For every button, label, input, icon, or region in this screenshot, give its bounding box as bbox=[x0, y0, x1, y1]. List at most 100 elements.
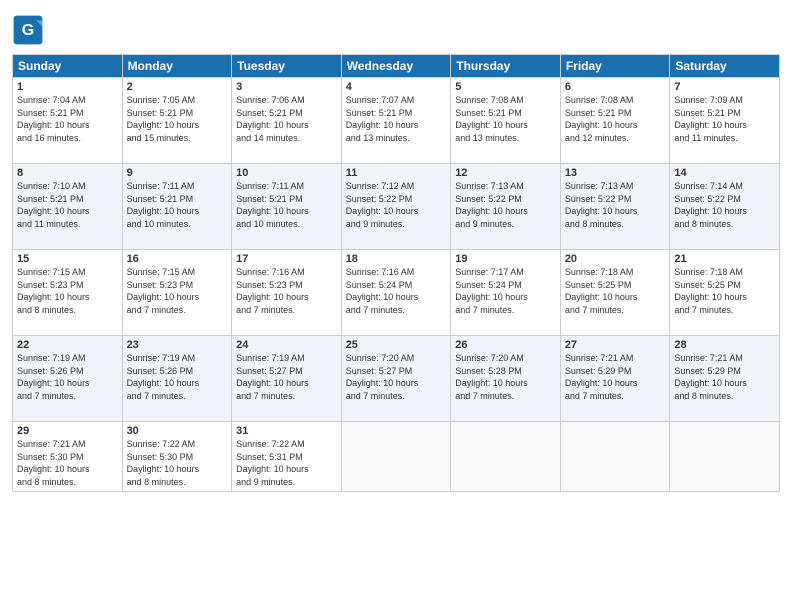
day-info: Sunrise: 7:18 AM Sunset: 5:25 PM Dayligh… bbox=[674, 266, 775, 316]
day-info: Sunrise: 7:06 AM Sunset: 5:21 PM Dayligh… bbox=[236, 94, 337, 144]
day-number: 17 bbox=[236, 253, 337, 265]
day-number: 7 bbox=[674, 81, 775, 93]
day-number: 15 bbox=[17, 253, 118, 265]
day-info: Sunrise: 7:11 AM Sunset: 5:21 PM Dayligh… bbox=[127, 180, 228, 230]
calendar-cell: 8Sunrise: 7:10 AM Sunset: 5:21 PM Daylig… bbox=[13, 164, 123, 250]
day-number: 28 bbox=[674, 339, 775, 351]
calendar-cell: 9Sunrise: 7:11 AM Sunset: 5:21 PM Daylig… bbox=[122, 164, 232, 250]
day-number: 14 bbox=[674, 167, 775, 179]
day-info: Sunrise: 7:22 AM Sunset: 5:30 PM Dayligh… bbox=[127, 438, 228, 488]
weekday-row: SundayMondayTuesdayWednesdayThursdayFrid… bbox=[13, 55, 780, 78]
day-number: 8 bbox=[17, 167, 118, 179]
day-info: Sunrise: 7:13 AM Sunset: 5:22 PM Dayligh… bbox=[565, 180, 666, 230]
weekday-header-wednesday: Wednesday bbox=[341, 55, 451, 78]
day-info: Sunrise: 7:16 AM Sunset: 5:23 PM Dayligh… bbox=[236, 266, 337, 316]
day-info: Sunrise: 7:07 AM Sunset: 5:21 PM Dayligh… bbox=[346, 94, 447, 144]
day-number: 19 bbox=[455, 253, 556, 265]
calendar-cell bbox=[341, 422, 451, 492]
day-number: 2 bbox=[127, 81, 228, 93]
day-info: Sunrise: 7:15 AM Sunset: 5:23 PM Dayligh… bbox=[127, 266, 228, 316]
day-number: 18 bbox=[346, 253, 447, 265]
calendar-cell: 28Sunrise: 7:21 AM Sunset: 5:29 PM Dayli… bbox=[670, 336, 780, 422]
calendar-cell: 13Sunrise: 7:13 AM Sunset: 5:22 PM Dayli… bbox=[560, 164, 670, 250]
calendar-cell: 17Sunrise: 7:16 AM Sunset: 5:23 PM Dayli… bbox=[232, 250, 342, 336]
calendar-cell: 7Sunrise: 7:09 AM Sunset: 5:21 PM Daylig… bbox=[670, 78, 780, 164]
day-number: 26 bbox=[455, 339, 556, 351]
calendar-cell: 31Sunrise: 7:22 AM Sunset: 5:31 PM Dayli… bbox=[232, 422, 342, 492]
week-row-1: 1Sunrise: 7:04 AM Sunset: 5:21 PM Daylig… bbox=[13, 78, 780, 164]
day-info: Sunrise: 7:11 AM Sunset: 5:21 PM Dayligh… bbox=[236, 180, 337, 230]
calendar-cell: 27Sunrise: 7:21 AM Sunset: 5:29 PM Dayli… bbox=[560, 336, 670, 422]
calendar-cell bbox=[560, 422, 670, 492]
day-info: Sunrise: 7:09 AM Sunset: 5:21 PM Dayligh… bbox=[674, 94, 775, 144]
calendar-cell: 6Sunrise: 7:08 AM Sunset: 5:21 PM Daylig… bbox=[560, 78, 670, 164]
calendar-cell: 15Sunrise: 7:15 AM Sunset: 5:23 PM Dayli… bbox=[13, 250, 123, 336]
day-info: Sunrise: 7:19 AM Sunset: 5:26 PM Dayligh… bbox=[127, 352, 228, 402]
calendar-page: G SundayMondayTuesdayWednesdayThursdayFr… bbox=[0, 0, 792, 612]
day-number: 9 bbox=[127, 167, 228, 179]
logo-icon: G bbox=[12, 14, 44, 46]
day-number: 21 bbox=[674, 253, 775, 265]
day-info: Sunrise: 7:16 AM Sunset: 5:24 PM Dayligh… bbox=[346, 266, 447, 316]
day-info: Sunrise: 7:22 AM Sunset: 5:31 PM Dayligh… bbox=[236, 438, 337, 488]
calendar-cell: 5Sunrise: 7:08 AM Sunset: 5:21 PM Daylig… bbox=[451, 78, 561, 164]
day-info: Sunrise: 7:12 AM Sunset: 5:22 PM Dayligh… bbox=[346, 180, 447, 230]
calendar-cell: 10Sunrise: 7:11 AM Sunset: 5:21 PM Dayli… bbox=[232, 164, 342, 250]
week-row-3: 15 Sunrise: 7:15 AM Sunset: 5:23 PM Dayli… bbox=[13, 250, 780, 336]
day-number: 3 bbox=[236, 81, 337, 93]
day-info: Sunrise: 7:19 AM Sunset: 5:26 PM Dayligh… bbox=[17, 352, 118, 402]
day-number: 4 bbox=[346, 81, 447, 93]
day-info: Sunrise: 7:08 AM Sunset: 5:21 PM Dayligh… bbox=[455, 94, 556, 144]
day-number: 25 bbox=[346, 339, 447, 351]
day-number: 20 bbox=[565, 253, 666, 265]
calendar-header: SundayMondayTuesdayWednesdayThursdayFrid… bbox=[13, 55, 780, 78]
weekday-header-thursday: Thursday bbox=[451, 55, 561, 78]
day-number: 31 bbox=[236, 425, 337, 437]
day-info: Sunrise: 7:18 AM Sunset: 5:25 PM Dayligh… bbox=[565, 266, 666, 316]
calendar-cell: 22Sunrise: 7:19 AM Sunset: 5:26 PM Dayli… bbox=[13, 336, 123, 422]
week-row-4: 22Sunrise: 7:19 AM Sunset: 5:26 PM Dayli… bbox=[13, 336, 780, 422]
weekday-header-monday: Monday bbox=[122, 55, 232, 78]
calendar-cell: 12Sunrise: 7:13 AM Sunset: 5:22 PM Dayli… bbox=[451, 164, 561, 250]
day-number: 1 bbox=[17, 81, 118, 93]
day-number: 16 bbox=[127, 253, 228, 265]
week-row-5: 29Sunrise: 7:21 AM Sunset: 5:30 PM Dayli… bbox=[13, 422, 780, 492]
day-info: Sunrise: 7:21 AM Sunset: 5:29 PM Dayligh… bbox=[565, 352, 666, 402]
day-info: Sunrise: 7:20 AM Sunset: 5:28 PM Dayligh… bbox=[455, 352, 556, 402]
day-info: Sunrise: 7:21 AM Sunset: 5:30 PM Dayligh… bbox=[17, 438, 118, 488]
calendar-cell: 19Sunrise: 7:17 AM Sunset: 5:24 PM Dayli… bbox=[451, 250, 561, 336]
day-info: Sunrise: 7:14 AM Sunset: 5:22 PM Dayligh… bbox=[674, 180, 775, 230]
calendar-cell: 3Sunrise: 7:06 AM Sunset: 5:21 PM Daylig… bbox=[232, 78, 342, 164]
day-info: Sunrise: 7:08 AM Sunset: 5:21 PM Dayligh… bbox=[565, 94, 666, 144]
week-row-2: 8Sunrise: 7:10 AM Sunset: 5:21 PM Daylig… bbox=[13, 164, 780, 250]
calendar-cell bbox=[451, 422, 561, 492]
calendar-cell: 16Sunrise: 7:15 AM Sunset: 5:23 PM Dayli… bbox=[122, 250, 232, 336]
calendar-cell: 24Sunrise: 7:19 AM Sunset: 5:27 PM Dayli… bbox=[232, 336, 342, 422]
day-info: Sunrise: 7:05 AM Sunset: 5:21 PM Dayligh… bbox=[127, 94, 228, 144]
day-info: Sunrise: 7:04 AM Sunset: 5:21 PM Dayligh… bbox=[17, 94, 118, 144]
calendar-cell: 30Sunrise: 7:22 AM Sunset: 5:30 PM Dayli… bbox=[122, 422, 232, 492]
day-number: 29 bbox=[17, 425, 118, 437]
calendar-cell: 26Sunrise: 7:20 AM Sunset: 5:28 PM Dayli… bbox=[451, 336, 561, 422]
calendar-cell: 23Sunrise: 7:19 AM Sunset: 5:26 PM Dayli… bbox=[122, 336, 232, 422]
day-number: 30 bbox=[127, 425, 228, 437]
calendar-cell: 14Sunrise: 7:14 AM Sunset: 5:22 PM Dayli… bbox=[670, 164, 780, 250]
day-number: 11 bbox=[346, 167, 447, 179]
calendar-cell: 21Sunrise: 7:18 AM Sunset: 5:25 PM Dayli… bbox=[670, 250, 780, 336]
calendar-cell: 25Sunrise: 7:20 AM Sunset: 5:27 PM Dayli… bbox=[341, 336, 451, 422]
day-number: 24 bbox=[236, 339, 337, 351]
day-number: 10 bbox=[236, 167, 337, 179]
weekday-header-saturday: Saturday bbox=[670, 55, 780, 78]
calendar-table: SundayMondayTuesdayWednesdayThursdayFrid… bbox=[12, 54, 780, 492]
day-info: Sunrise: 7:10 AM Sunset: 5:21 PM Dayligh… bbox=[17, 180, 118, 230]
day-number: 6 bbox=[565, 81, 666, 93]
logo: G bbox=[12, 14, 46, 46]
day-info: Sunrise: 7:17 AM Sunset: 5:24 PM Dayligh… bbox=[455, 266, 556, 316]
weekday-header-tuesday: Tuesday bbox=[232, 55, 342, 78]
weekday-header-sunday: Sunday bbox=[13, 55, 123, 78]
calendar-cell: 2Sunrise: 7:05 AM Sunset: 5:21 PM Daylig… bbox=[122, 78, 232, 164]
day-info: Sunrise: 7:13 AM Sunset: 5:22 PM Dayligh… bbox=[455, 180, 556, 230]
calendar-cell: 18Sunrise: 7:16 AM Sunset: 5:24 PM Dayli… bbox=[341, 250, 451, 336]
day-number: 23 bbox=[127, 339, 228, 351]
calendar-cell: 4Sunrise: 7:07 AM Sunset: 5:21 PM Daylig… bbox=[341, 78, 451, 164]
